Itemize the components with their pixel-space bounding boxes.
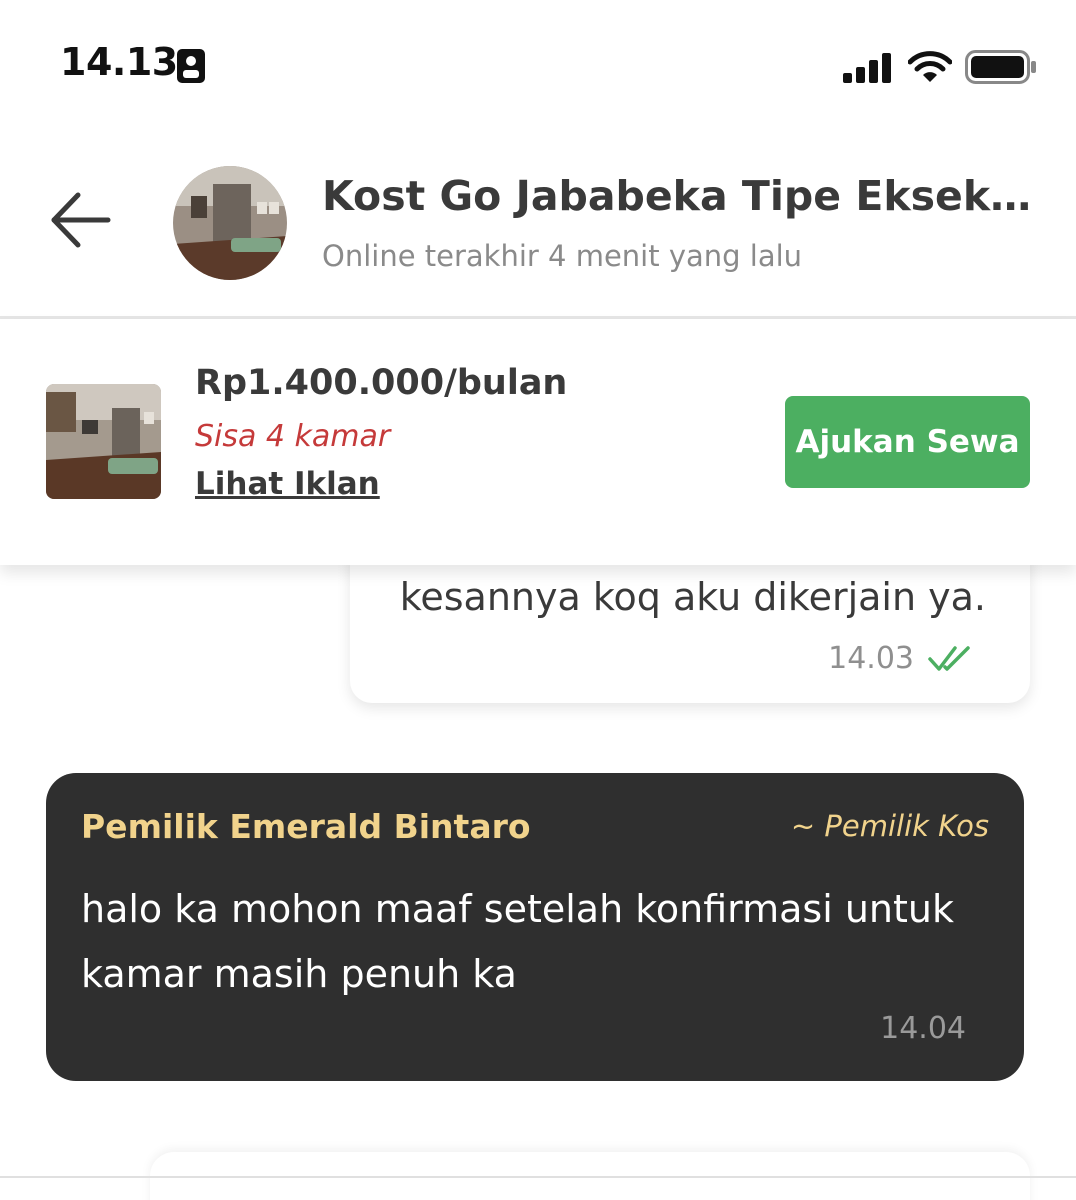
double-check-icon bbox=[928, 646, 970, 671]
kost-avatar[interactable] bbox=[173, 166, 287, 280]
room-photo-icon bbox=[173, 166, 287, 280]
rooms-left: Sisa 4 kamar bbox=[195, 419, 391, 454]
outgoing-message: kesannya koq aku dikerjain ya. 14.03 bbox=[350, 565, 1030, 703]
cellular-signal-icon bbox=[843, 53, 891, 83]
message-text: halo ka mohon maaf setelah konfirmasi un… bbox=[81, 887, 954, 996]
back-arrow-icon[interactable] bbox=[48, 190, 114, 250]
apply-rent-button[interactable]: Ajukan Sewa bbox=[785, 396, 1030, 488]
listing-card: Rp1.400.000/bulan Sisa 4 kamar Lihat Ikl… bbox=[0, 319, 1076, 565]
message-text: kesannya koq aku dikerjain ya. bbox=[399, 575, 986, 619]
sender-role: ~ Pemilik Kos bbox=[790, 809, 989, 843]
sender-name: Pemilik Emerald Bintaro bbox=[81, 807, 531, 846]
message-time: 14.03 bbox=[828, 641, 914, 676]
online-status: Online terakhir 4 menit yang lalu bbox=[322, 239, 803, 273]
status-bar: 14.13 bbox=[0, 0, 1076, 130]
incoming-message: Pemilik Emerald Bintaro ~ Pemilik Kos ha… bbox=[46, 773, 1024, 1081]
battery-icon bbox=[965, 50, 1036, 84]
chat-title: Kost Go Jababeka Tipe Eksekutif… bbox=[322, 172, 1042, 220]
contact-card-icon bbox=[177, 49, 205, 83]
status-time: 14.13 bbox=[60, 40, 178, 84]
listing-price: Rp1.400.000/bulan bbox=[195, 363, 568, 403]
chat-header: Kost Go Jababeka Tipe Eksekutif… Online … bbox=[0, 130, 1076, 319]
room-photo-icon bbox=[46, 384, 161, 499]
listing-thumbnail[interactable] bbox=[46, 384, 161, 499]
wifi-icon bbox=[908, 51, 952, 82]
message-time: 14.04 bbox=[880, 1011, 966, 1046]
divider bbox=[0, 1176, 1076, 1178]
view-listing-link[interactable]: Lihat Iklan bbox=[195, 466, 380, 502]
chat-messages[interactable]: kesannya koq aku dikerjain ya. 14.03 Pem… bbox=[0, 565, 1076, 1200]
